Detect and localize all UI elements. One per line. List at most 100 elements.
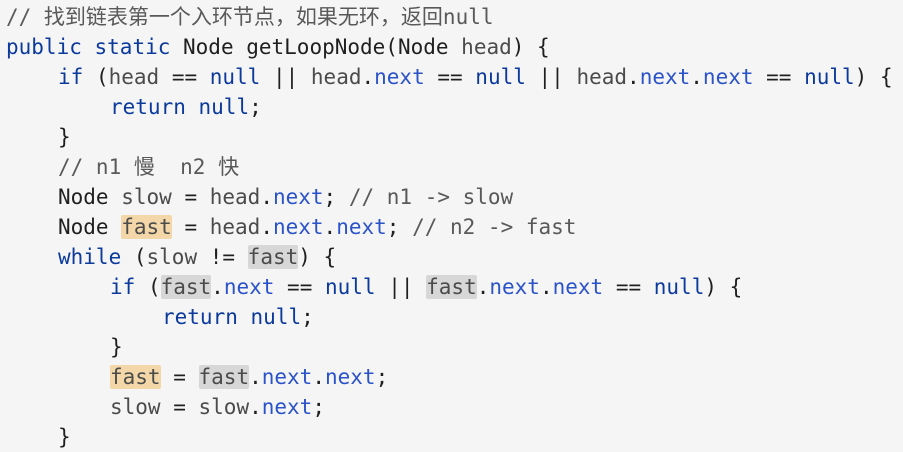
code-line: fast = fast.next.next;: [110, 362, 388, 392]
code-token: ==: [274, 275, 325, 299]
code-token: head: [461, 35, 512, 59]
code-token: slow: [110, 395, 161, 419]
code-line: // n1 慢 n2 快: [58, 152, 239, 182]
code-token: (: [83, 65, 109, 89]
code-line: Node fast = head.next.next; // n2 -> fas…: [58, 212, 576, 242]
code-token: return: [110, 95, 186, 119]
code-token: next: [374, 65, 425, 89]
code-token: next: [261, 365, 313, 389]
code-token: slow: [121, 185, 172, 209]
code-token: ==: [753, 65, 805, 89]
code-line: }: [110, 332, 123, 362]
code-token: next: [639, 65, 691, 89]
code-token: }: [58, 125, 71, 149]
code-line: Node slow = head.next; // n1 -> slow: [58, 182, 513, 212]
code-token: slow: [146, 245, 198, 269]
highlighted-token: fast: [426, 275, 477, 299]
code-token: ;: [249, 95, 262, 119]
code-token: next: [272, 215, 324, 239]
code-token: next: [324, 365, 376, 389]
code-token: .: [627, 65, 640, 89]
highlighted-token: fast: [198, 365, 250, 389]
code-token: // n2 -> fast: [412, 215, 577, 239]
code-token: ) {: [704, 275, 743, 299]
code-token: ) {: [298, 245, 337, 269]
code-token: null: [250, 305, 302, 329]
code-token: ;: [386, 215, 413, 239]
code-token: next: [702, 65, 754, 89]
code-token: .: [260, 215, 273, 239]
code-line: }: [58, 122, 71, 152]
code-token: null: [653, 275, 705, 299]
code-line: // 找到链表第一个入环节点，如果无环，返回null: [6, 2, 494, 32]
code-token: next: [552, 275, 604, 299]
code-token: =: [160, 395, 199, 419]
code-line: slow = slow.next;: [110, 392, 325, 422]
code-token: if: [58, 65, 84, 89]
code-token: =: [160, 365, 199, 389]
code-token: ;: [323, 185, 349, 209]
code-token: // n1 -> slow: [348, 185, 514, 209]
code-token: .: [323, 215, 337, 239]
code-line: return null;: [110, 92, 262, 122]
code-token: (: [121, 245, 147, 269]
code-token: =: [171, 185, 210, 209]
code-token: if: [110, 275, 136, 299]
code-token: head: [310, 65, 362, 89]
code-token: =: [171, 215, 210, 239]
code-token: }: [58, 425, 71, 449]
code-line: public static Node getLoopNode(Node head…: [6, 32, 550, 62]
code-token: while: [58, 245, 122, 269]
code-line: while (slow != fast) {: [58, 242, 336, 272]
code-token: null: [804, 65, 855, 89]
code-token: ) {: [854, 65, 893, 89]
code-token: Node: [58, 215, 122, 239]
code-token: ;: [301, 305, 314, 329]
code-token: .: [211, 275, 224, 299]
code-token: next: [489, 275, 540, 299]
code-token: !=: [197, 245, 248, 269]
code-token: ==: [424, 65, 476, 89]
code-token: .: [690, 65, 703, 89]
code-token: (: [135, 275, 161, 299]
code-token: null: [324, 275, 376, 299]
code-token: ==: [603, 275, 654, 299]
code-token: ;: [312, 395, 325, 419]
code-token: head: [576, 65, 628, 89]
code-token: .: [312, 365, 325, 389]
code-token: // 找到链表第一个入环节点，如果无环，返回null: [6, 5, 494, 29]
code-token: head: [108, 65, 160, 89]
code-token: Node: [58, 185, 122, 209]
code-token: .: [539, 275, 553, 299]
code-line: if (head == null || head.next == null ||…: [58, 62, 893, 92]
code-token: ||: [525, 65, 577, 89]
code-token: next: [223, 275, 275, 299]
code-token: .: [249, 365, 262, 389]
code-token: ==: [159, 65, 210, 89]
code-token: ||: [375, 275, 427, 299]
highlighted-token: fast: [110, 365, 161, 389]
code-token: head: [209, 215, 261, 239]
code-token: .: [476, 275, 490, 299]
code-line: return null;: [162, 302, 314, 332]
highlighted-token: fast: [247, 245, 299, 269]
code-token: slow: [198, 395, 250, 419]
code-token: Node getLoopNode(Node: [170, 35, 462, 59]
code-token: return: [162, 305, 238, 329]
highlighted-token: fast: [160, 275, 212, 299]
code-token: .: [249, 395, 262, 419]
highlighted-token: fast: [121, 215, 172, 239]
code-token: next: [272, 185, 324, 209]
code-token: head: [209, 185, 261, 209]
code-token: .: [361, 65, 375, 89]
code-token: ||: [260, 65, 311, 89]
code-token: static: [94, 35, 171, 59]
code-token: ) {: [511, 35, 550, 59]
code-token: ;: [375, 365, 389, 389]
code-token: null: [475, 65, 526, 89]
code-token: next: [261, 395, 313, 419]
code-token: next: [336, 215, 387, 239]
